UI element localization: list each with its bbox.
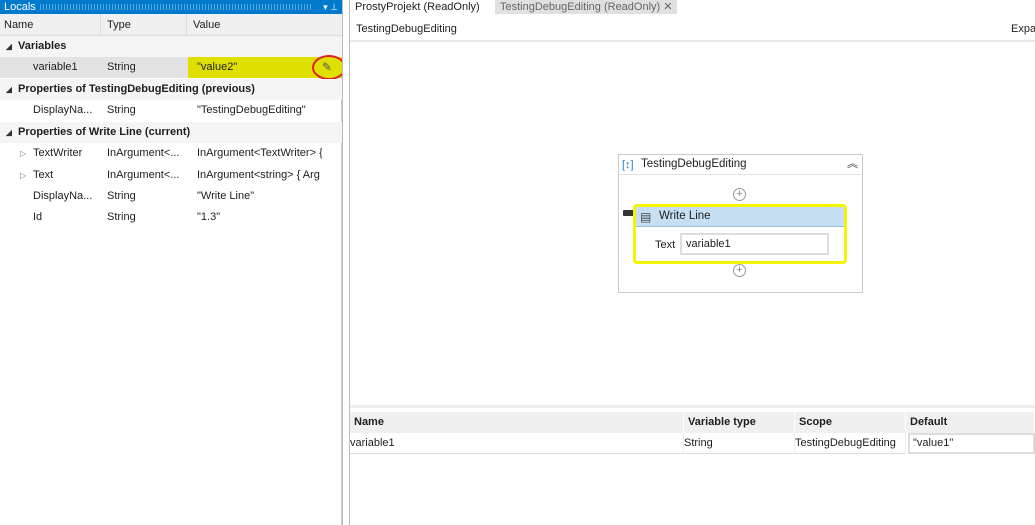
local-row[interactable]: variable1 String "value2" ✎: [0, 57, 342, 78]
group-variables[interactable]: ◢ Variables: [0, 36, 342, 57]
sequence-icon: [↕]: [622, 156, 634, 175]
group-current-properties[interactable]: ◢ Properties of Write Line (current): [0, 122, 342, 143]
expand-icon[interactable]: ▷: [20, 143, 26, 164]
locals-header: Name Type Value: [0, 14, 342, 36]
variable-name-cell[interactable]: variable1: [350, 433, 684, 454]
panel-splitter[interactable]: [342, 0, 350, 525]
column-name[interactable]: Name: [4, 19, 33, 31]
column-scope[interactable]: Scope: [795, 412, 906, 433]
designer-header: TestingDebugEditing Expar: [350, 14, 1035, 42]
expand-icon[interactable]: ▷: [20, 165, 26, 186]
drag-grip[interactable]: [40, 4, 312, 10]
add-activity-icon[interactable]: +: [733, 264, 746, 277]
text-input[interactable]: variable1: [680, 233, 829, 255]
variable-default-input[interactable]: "value1": [908, 433, 1035, 454]
add-activity-icon[interactable]: +: [733, 188, 746, 201]
writeline-icon: ▤: [640, 208, 651, 227]
expand-all-link[interactable]: Expar: [1011, 23, 1035, 35]
column-value[interactable]: Value: [193, 19, 220, 31]
collapse-icon[interactable]: ◢: [6, 79, 12, 100]
group-previous-properties[interactable]: ◢ Properties of TestingDebugEditing (pre…: [0, 79, 342, 100]
close-icon[interactable]: ✕: [663, 1, 672, 13]
local-row[interactable]: ▷ TextWriterInArgument<...InArgument<Tex…: [0, 143, 342, 164]
document-tabs: ProstyProjekt (ReadOnly) TestingDebugEdi…: [350, 0, 1035, 14]
local-row[interactable]: ▷ TextInArgument<...InArgument<string> {…: [0, 165, 342, 186]
local-row[interactable]: IdString"1.3": [0, 207, 342, 228]
writeline-title: Write Line: [659, 210, 711, 222]
collapse-icon[interactable]: ◢: [6, 122, 12, 143]
column-default[interactable]: Default: [906, 412, 1035, 433]
local-row[interactable]: DisplayNa...String"Write Line": [0, 186, 342, 207]
sequence-title: TestingDebugEditing: [641, 158, 747, 170]
tab-prostyprojekt[interactable]: ProstyProjekt (ReadOnly): [350, 0, 485, 14]
variables-grid: Name Variable type Scope Default variabl…: [350, 405, 1035, 525]
text-label: Text: [655, 239, 675, 251]
column-variable-type[interactable]: Variable type: [684, 412, 795, 433]
locals-panel: Locals ▾ ⊥ Name Type Value ◢ Variables v…: [0, 0, 342, 525]
variable-scope-cell[interactable]: TestingDebugEditing: [795, 433, 906, 454]
collapse-icon[interactable]: ◢: [6, 36, 12, 57]
variable-type-cell[interactable]: String: [684, 433, 795, 454]
pencil-edit-icon[interactable]: ✎: [322, 57, 332, 78]
collapse-chevron-icon[interactable]: ︽: [847, 155, 858, 174]
dropdown-icon[interactable]: ▾: [323, 2, 328, 12]
tab-testingdebugediting[interactable]: TestingDebugEditing (ReadOnly) ✕: [495, 0, 677, 14]
pin-icon[interactable]: ⊥: [330, 2, 338, 12]
column-name[interactable]: Name: [350, 412, 684, 433]
locals-title-bar[interactable]: Locals ▾ ⊥: [0, 0, 342, 14]
column-type[interactable]: Type: [107, 19, 131, 31]
local-row[interactable]: DisplayNa...String"TestingDebugEditing": [0, 100, 342, 121]
breadcrumb[interactable]: TestingDebugEditing: [356, 23, 457, 35]
writeline-activity[interactable]: ▤ Write Line Text variable1: [633, 204, 847, 264]
locals-title: Locals: [4, 1, 36, 13]
